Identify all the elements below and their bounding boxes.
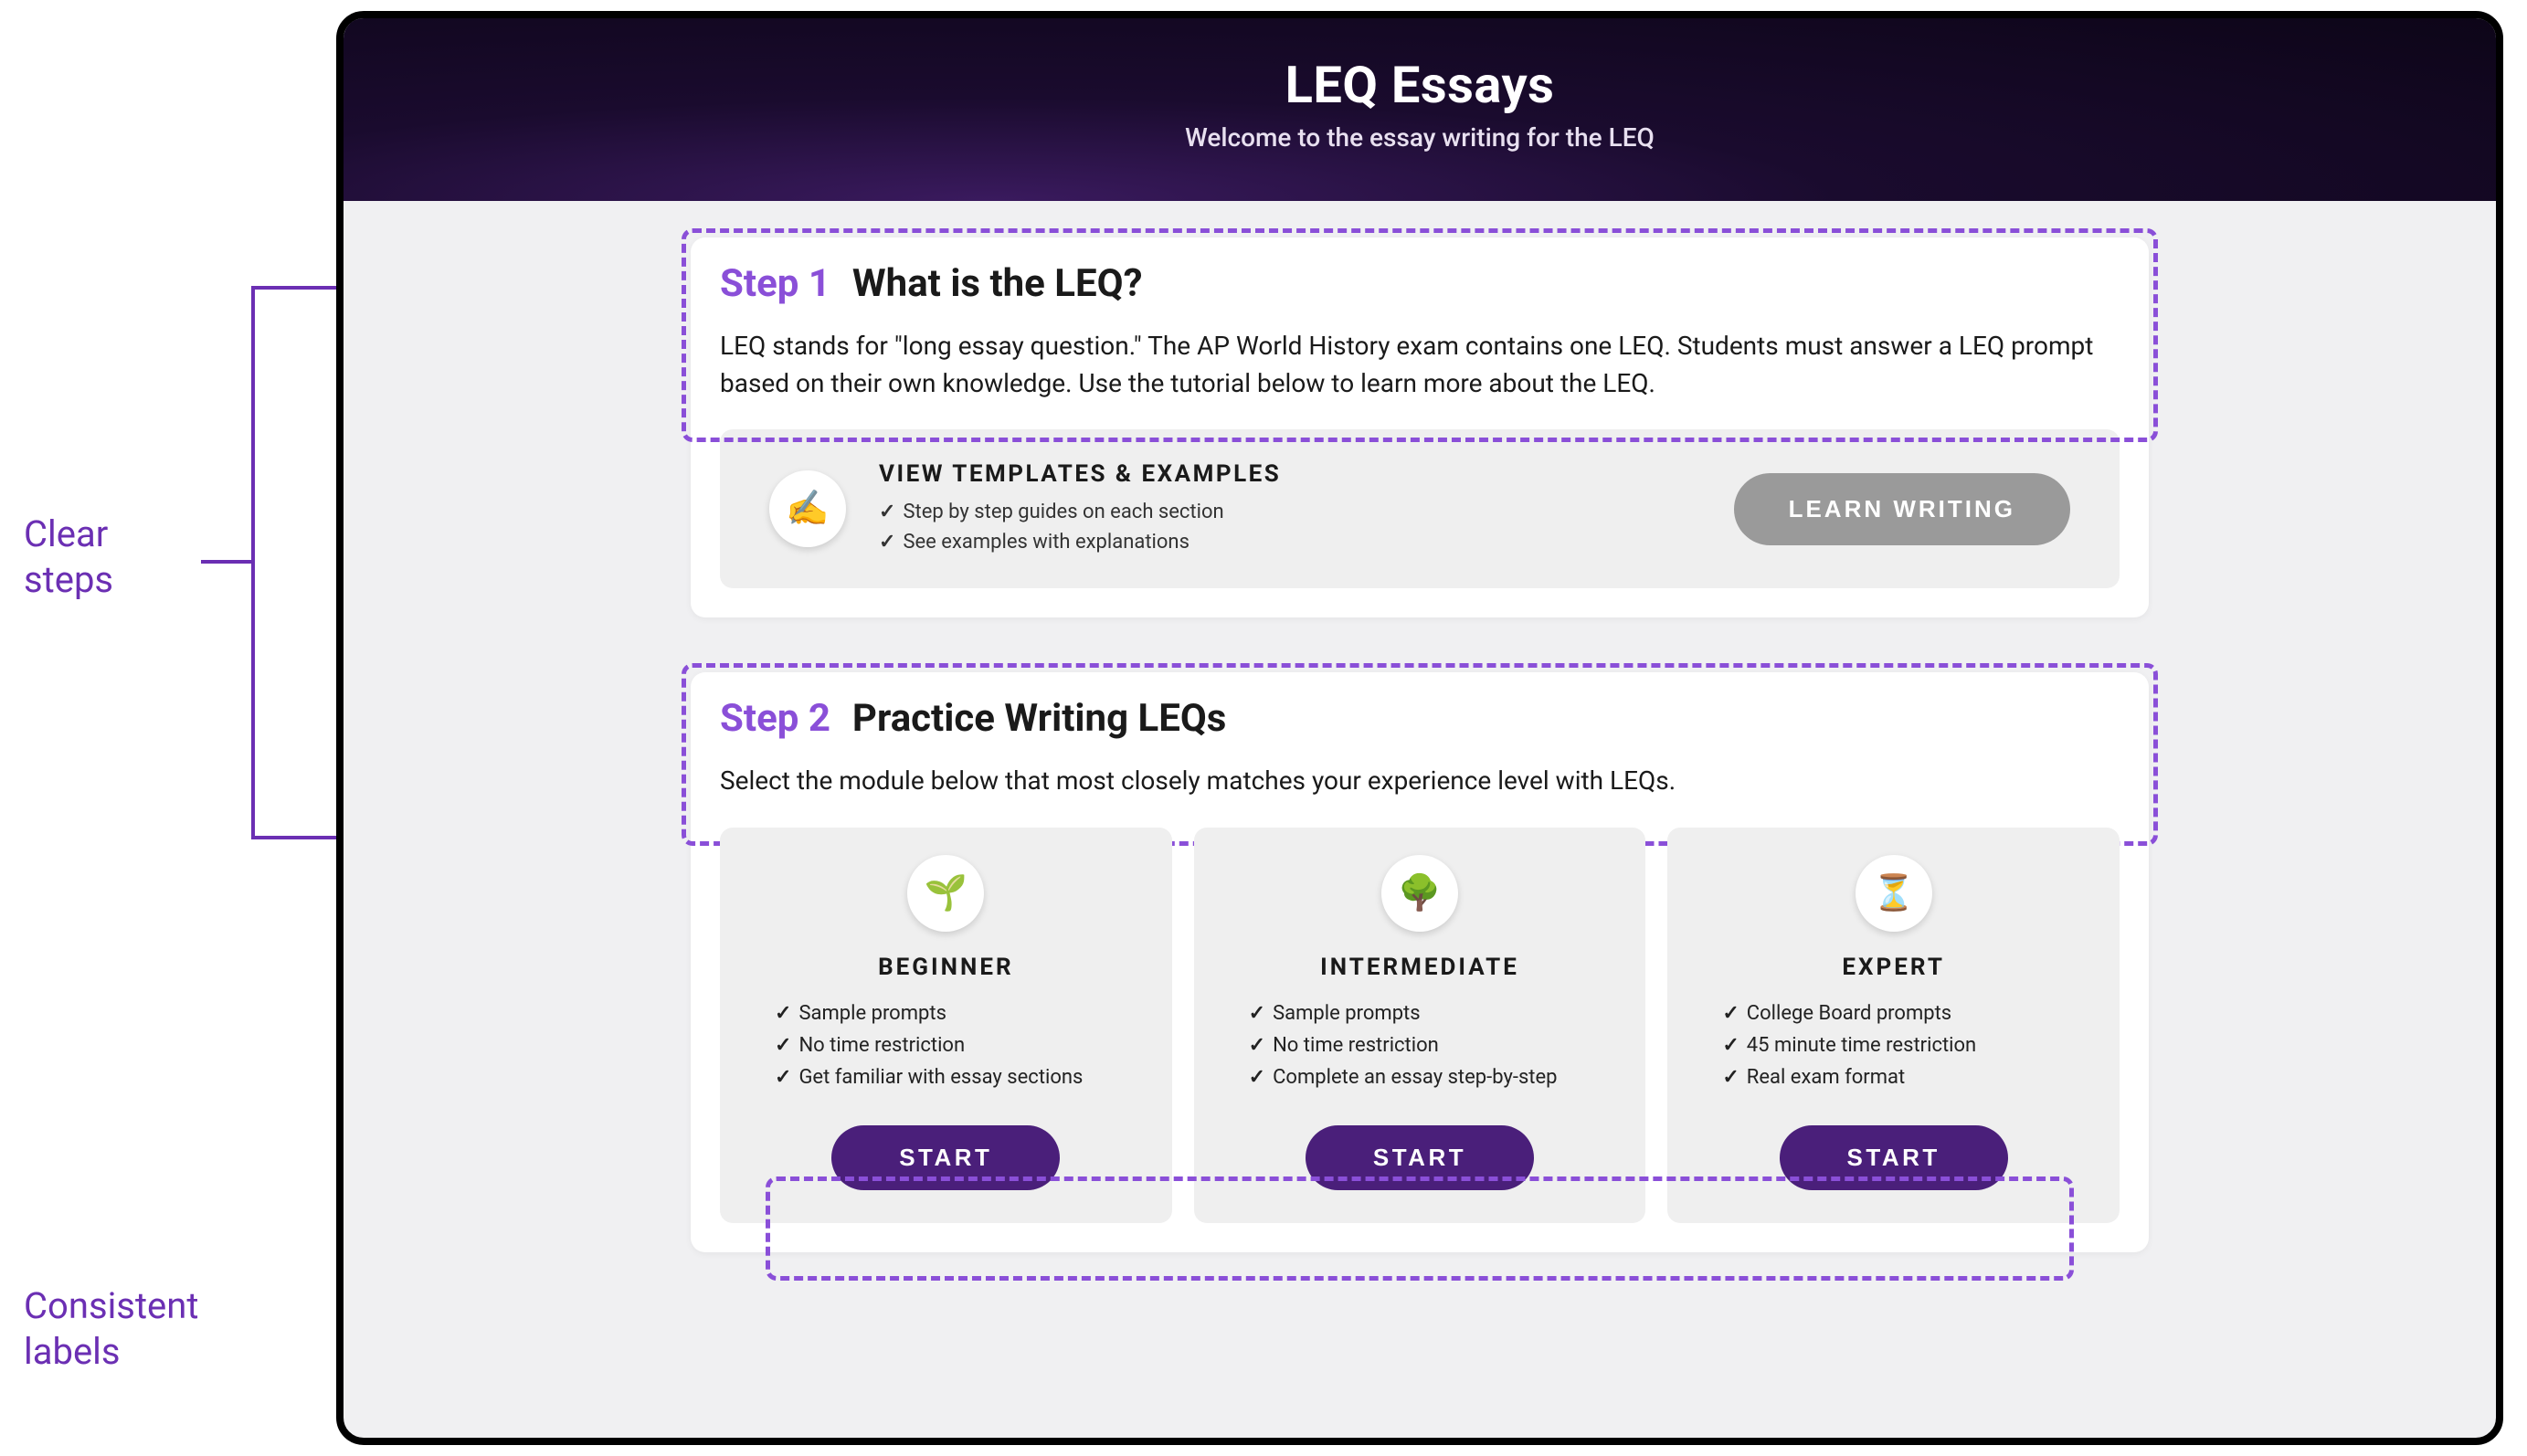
modules-row: 🌱 BEGINNER Sample prompts No time restri… xyxy=(720,828,2120,1223)
tree-icon: 🌳 xyxy=(1381,855,1458,932)
module-intermediate: 🌳 INTERMEDIATE Sample prompts No time re… xyxy=(1194,828,1646,1223)
module-title: BEGINNER xyxy=(878,954,1014,981)
module-expert: ⏳ EXPERT College Board prompts 45 minute… xyxy=(1667,828,2120,1223)
step2-card: Step 2 Practice Writing LEQs Select the … xyxy=(691,672,2149,1252)
module-title: INTERMEDIATE xyxy=(1320,954,1519,981)
content-area: Step 1 What is the LEQ? LEQ stands for "… xyxy=(344,201,2496,1252)
annotation-text: Clear xyxy=(24,512,108,555)
step1-heading: Step 1 What is the LEQ? xyxy=(720,261,2120,306)
step1-title: What is the LEQ? xyxy=(852,261,1143,306)
module-bullet: Complete an essay step-by-step xyxy=(1249,1061,1619,1093)
promo-left: ✍️ VIEW TEMPLATES & EXAMPLES Step by ste… xyxy=(769,460,1281,557)
annotation-text: Consistent xyxy=(24,1284,198,1327)
module-bullets: Sample prompts No time restriction Get f… xyxy=(747,997,1145,1098)
connector-line xyxy=(251,286,255,839)
start-button-intermediate[interactable]: START xyxy=(1306,1125,1534,1190)
step2-label: Step 2 xyxy=(720,696,830,741)
writing-hand-icon: ✍️ xyxy=(769,470,846,547)
start-button-beginner[interactable]: START xyxy=(831,1125,1060,1190)
step2-description: Select the module below that most closel… xyxy=(720,763,2120,800)
page-title: LEQ Essays xyxy=(344,55,2496,115)
start-button-expert[interactable]: START xyxy=(1780,1125,2008,1190)
step2-title: Practice Writing LEQs xyxy=(852,696,1226,741)
module-title: EXPERT xyxy=(1842,954,1945,981)
step1-description: LEQ stands for "long essay question." Th… xyxy=(720,328,2120,402)
annotation-consistent-labels: Consistent labels xyxy=(24,1283,198,1375)
page-subtitle: Welcome to the essay writing for the LEQ xyxy=(344,122,2496,153)
module-bullets: Sample prompts No time restriction Compl… xyxy=(1221,997,1619,1098)
annotation-clear-steps: Clear steps xyxy=(24,512,113,603)
promo-bullet: See examples with explanations xyxy=(879,527,1281,557)
connector-line xyxy=(201,560,251,564)
module-bullet: 45 minute time restriction xyxy=(1722,1029,2092,1061)
hourglass-icon: ⏳ xyxy=(1856,855,1932,932)
module-bullet: Sample prompts xyxy=(1249,997,1619,1029)
app-frame: LEQ Essays Welcome to the essay writing … xyxy=(336,11,2503,1445)
module-bullet: No time restriction xyxy=(1249,1029,1619,1061)
module-bullets: College Board prompts 45 minute time res… xyxy=(1695,997,2092,1098)
seedling-icon: 🌱 xyxy=(907,855,984,932)
module-bullet: Sample prompts xyxy=(775,997,1145,1029)
templates-promo: ✍️ VIEW TEMPLATES & EXAMPLES Step by ste… xyxy=(720,429,2120,588)
app-header: LEQ Essays Welcome to the essay writing … xyxy=(344,18,2496,201)
annotation-text: steps xyxy=(24,558,113,601)
step1-label: Step 1 xyxy=(720,261,830,306)
module-bullet: Get familiar with essay sections xyxy=(775,1061,1145,1093)
promo-bullet: Step by step guides on each section xyxy=(879,497,1281,527)
learn-writing-button[interactable]: LEARN WRITING xyxy=(1734,473,2070,545)
promo-text: VIEW TEMPLATES & EXAMPLES Step by step g… xyxy=(879,460,1281,557)
promo-title: VIEW TEMPLATES & EXAMPLES xyxy=(879,460,1281,488)
module-bullet: Real exam format xyxy=(1722,1061,2092,1093)
step2-heading: Step 2 Practice Writing LEQs xyxy=(720,696,2120,741)
annotation-text: labels xyxy=(24,1330,121,1373)
module-bullet: College Board prompts xyxy=(1722,997,2092,1029)
module-bullet: No time restriction xyxy=(775,1029,1145,1061)
step1-card: Step 1 What is the LEQ? LEQ stands for "… xyxy=(691,237,2149,617)
promo-bullets: Step by step guides on each section See … xyxy=(879,497,1281,557)
highlight-box-step2 xyxy=(682,663,2158,846)
module-beginner: 🌱 BEGINNER Sample prompts No time restri… xyxy=(720,828,1172,1223)
